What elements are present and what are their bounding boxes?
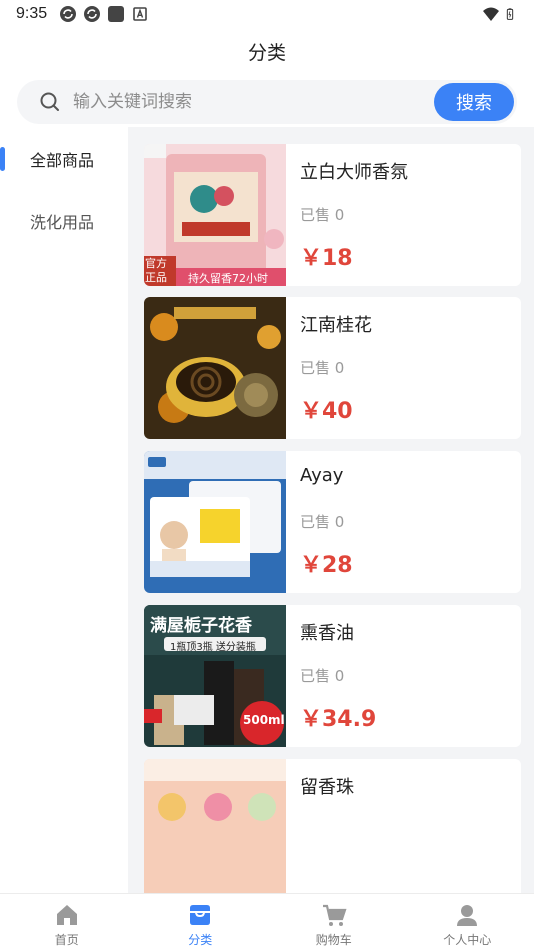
product-info: 熏香油 已售 0 ￥34.9: [286, 605, 521, 747]
product-name: 立白大师香氛: [300, 162, 408, 183]
product-name: 留香珠: [300, 777, 354, 798]
product-image: [144, 297, 286, 439]
nav-label: 购物车: [315, 933, 352, 947]
product-info: 立白大师香氛 已售 0 ￥18: [286, 144, 521, 286]
image-subtext: 1瓶顶3瓶 送分装瓶: [170, 642, 256, 653]
product-card[interactable]: 官方正品 持久留香72小时 立白大师香氛 已售 0 ￥18: [144, 144, 521, 286]
search-input[interactable]: [73, 92, 434, 112]
search-bar: 搜索: [17, 80, 517, 124]
image-headline: 满屋栀子花香: [150, 616, 252, 636]
nav-label: 分类: [188, 933, 213, 947]
status-bar: 9:35: [0, 0, 534, 28]
square-icon: [108, 6, 125, 22]
user-icon: [457, 905, 478, 926]
product-image: [144, 451, 286, 593]
search-icon: [40, 92, 59, 111]
image-badge: 500ml: [243, 713, 285, 727]
nav-label: 首页: [54, 933, 79, 947]
image-caption: 持久留香72小时: [188, 272, 268, 285]
product-price: ￥34.9: [300, 707, 377, 732]
product-price: ￥18: [300, 246, 353, 271]
product-card[interactable]: 江南桂花 已售 0 ￥40: [144, 297, 521, 439]
nav-item-cart[interactable]: 购物车: [267, 894, 401, 950]
sync-icon: [60, 6, 77, 22]
product-card[interactable]: 留香珠: [144, 759, 521, 893]
image-badge: 官方正品: [145, 257, 167, 284]
status-icons-right: [482, 5, 518, 23]
product-sold-count: 已售 0: [300, 513, 345, 531]
status-icons-left: [59, 5, 149, 23]
product-list: 官方正品 持久留香72小时 立白大师香氛 已售 0 ￥18 江南桂花 已售 0 …: [128, 127, 534, 893]
letter-a-icon: [133, 7, 147, 21]
wifi-icon: [483, 7, 499, 21]
search-button[interactable]: 搜索: [434, 83, 514, 121]
nav-item-category[interactable]: 分类: [134, 894, 268, 950]
product-sold-count: 已售 0: [300, 206, 345, 224]
nav-item-profile[interactable]: 个人中心: [401, 894, 534, 950]
sidebar-item-label: 洗化用品: [30, 213, 95, 232]
product-image: 官方正品 持久留香72小时: [144, 144, 286, 286]
product-info: 留香珠: [286, 759, 521, 893]
battery-icon: [506, 8, 514, 20]
sidebar-item-toiletries[interactable]: 洗化用品: [0, 190, 128, 252]
category-icon: [190, 905, 211, 925]
active-indicator: [0, 147, 5, 171]
cart-icon: [322, 904, 347, 926]
product-price: ￥40: [300, 399, 353, 424]
product-info: 江南桂花 已售 0 ￥40: [286, 297, 521, 439]
sync-icon: [84, 6, 101, 22]
product-card[interactable]: 满屋栀子花香 1瓶顶3瓶 送分装瓶 500ml 熏香油 已售 0 ￥34.9: [144, 605, 521, 747]
status-time: 9:35: [16, 5, 48, 22]
product-info: Ayay 已售 0 ￥28: [286, 451, 521, 593]
nav-item-home[interactable]: 首页: [0, 894, 134, 950]
product-image: 满屋栀子花香 1瓶顶3瓶 送分装瓶 500ml: [144, 605, 286, 747]
product-image: [144, 759, 286, 893]
nav-label: 个人中心: [443, 933, 492, 947]
sidebar-item-label: 全部商品: [30, 151, 95, 170]
product-sold-count: 已售 0: [300, 359, 345, 377]
product-name: 熏香油: [300, 623, 354, 644]
product-price: ￥28: [300, 553, 353, 578]
home-icon: [56, 905, 77, 925]
page-title: 分类: [247, 42, 286, 64]
product-card[interactable]: Ayay 已售 0 ￥28: [144, 451, 521, 593]
sidebar-item-all-products[interactable]: 全部商品: [0, 128, 128, 190]
product-name: Ayay: [300, 465, 344, 486]
bottom-nav: 首页 分类 购物车 个人中心: [0, 893, 534, 950]
category-sidebar: 全部商品 洗化用品: [0, 127, 128, 893]
product-name: 江南桂花: [300, 315, 372, 336]
product-sold-count: 已售 0: [300, 667, 345, 685]
